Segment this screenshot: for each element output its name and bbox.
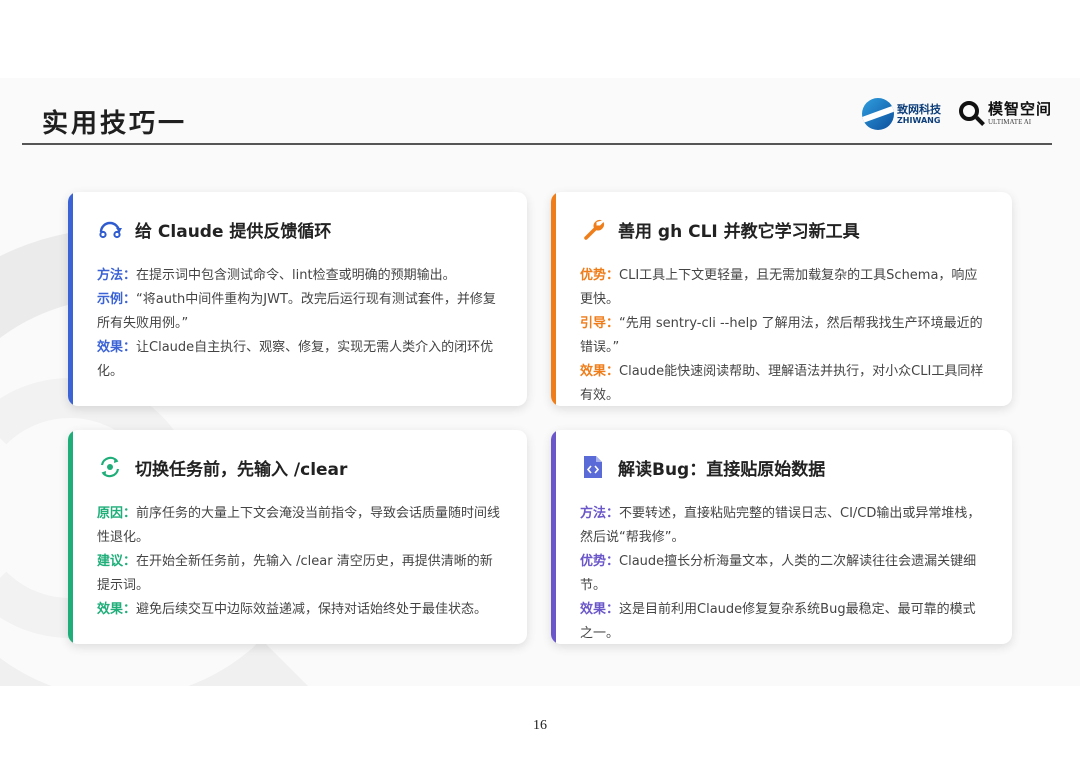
card-item: 效果：避免后续交互中边际效益递减，保持对话始终处于最佳状态。 xyxy=(97,602,488,617)
card-accent-bar xyxy=(551,192,556,406)
card-item: 建议：在开始全新任务前，先输入 /clear 清空历史，再提供清晰的新提示词。 xyxy=(97,554,493,593)
tip-card-clear: 切换任务前，先输入 /clear 原因：前序任务的大量上下文会淹没当前指令，导致… xyxy=(68,430,527,644)
card-item: 引导：“先用 sentry-cli --help 了解用法，然后帮我找生产环境最… xyxy=(580,316,983,355)
mozhi-logo-en: ULTIMATE AI xyxy=(988,118,1032,126)
card-item: 原因：前序任务的大量上下文会淹没当前指令，导致会话质量随时间线性退化。 xyxy=(97,506,501,545)
zhiwang-logo-icon xyxy=(862,98,894,130)
card-accent-bar xyxy=(68,192,73,406)
magnifier-icon xyxy=(958,100,986,128)
wrench-icon xyxy=(580,216,606,242)
tip-card-bug-raw-data: 解读Bug：直接贴原始数据 方法：不要转述，直接粘贴完整的错误日志、CI/CD输… xyxy=(551,430,1012,644)
card-title: 善用 gh CLI 并教它学习新工具 xyxy=(618,221,860,242)
card-accent-bar xyxy=(551,430,556,644)
card-item: 方法：在提示词中包含测试命令、lint检查或明确的预期输出。 xyxy=(97,268,456,283)
title-divider xyxy=(22,143,1052,145)
card-title: 解读Bug：直接贴原始数据 xyxy=(618,459,826,480)
page-number: 16 xyxy=(533,718,547,733)
zhiwang-logo: 致网科技 ZHIWANG xyxy=(862,98,941,130)
mozhi-logo-cn: 模智空间 xyxy=(988,100,1053,118)
card-item: 方法：不要转述，直接粘贴完整的错误日志、CI/CD输出或异常堆栈，然后说“帮我修… xyxy=(580,506,981,545)
refresh-eye-icon xyxy=(97,454,123,480)
card-title: 切换任务前，先输入 /clear xyxy=(135,459,348,480)
card-item: 示例：“将auth中间件重构为JWT。改完后运行现有测试套件，并修复所有失败用例… xyxy=(97,292,496,331)
page-title: 实用技巧一 xyxy=(42,109,188,139)
card-item: 优势：CLI工具上下文更轻量，且无需加载复杂的工具Schema，响应更快。 xyxy=(580,268,978,307)
mozhi-logo: 模智空间 ULTIMATE AI xyxy=(958,100,1052,128)
tip-card-gh-cli: 善用 gh CLI 并教它学习新工具 优势：CLI工具上下文更轻量，且无需加载复… xyxy=(551,192,1012,406)
card-title: 给 Claude 提供反馈循环 xyxy=(135,221,332,242)
zhiwang-logo-cn: 致网科技 xyxy=(897,102,941,116)
card-item: 优势：Claude擅长分析海量文本，人类的二次解读往往会遗漏关键细节。 xyxy=(580,554,977,593)
zhiwang-logo-en: ZHIWANG xyxy=(897,115,941,125)
card-item: 效果：这是目前利用Claude修复复杂系统Bug最稳定、最可靠的模式之一。 xyxy=(580,602,976,641)
tip-card-feedback-loop: 给 Claude 提供反馈循环 方法：在提示词中包含测试命令、lint检查或明确… xyxy=(68,192,527,406)
feedback-loop-icon xyxy=(97,216,123,242)
card-item: 效果：Claude能快速阅读帮助、理解语法并执行，对小众CLI工具同样有效。 xyxy=(580,364,984,403)
code-file-icon xyxy=(580,454,606,480)
card-accent-bar xyxy=(68,430,73,644)
card-item: 效果：让Claude自主执行、观察、修复，实现无需人类介入的闭环优化。 xyxy=(97,340,494,379)
